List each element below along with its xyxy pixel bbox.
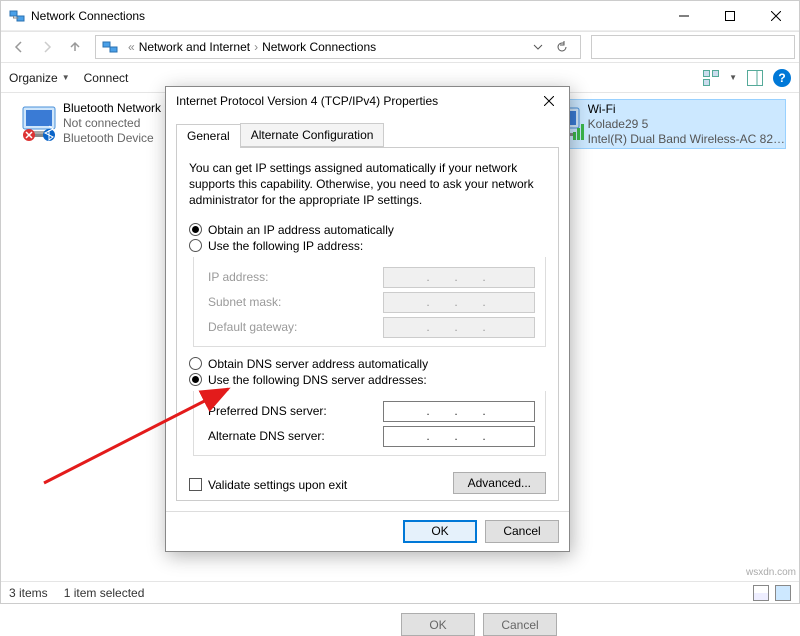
- advanced-button[interactable]: Advanced...: [453, 472, 546, 494]
- ipv4-properties-dialog: Internet Protocol Version 4 (TCP/IPv4) P…: [165, 86, 570, 552]
- statusbar: 3 items 1 item selected: [1, 581, 799, 603]
- alternate-dns-input[interactable]: . . .: [383, 426, 535, 447]
- dialog-titlebar: Internet Protocol Version 4 (TCP/IPv4) P…: [166, 87, 569, 115]
- address-bar[interactable]: « Network and Internet › Network Connect…: [95, 35, 581, 59]
- up-button[interactable]: [61, 35, 89, 59]
- radio-icon: [189, 373, 202, 386]
- dialog-close-button[interactable]: [535, 91, 563, 111]
- back-button[interactable]: [5, 35, 33, 59]
- address-dropdown-button[interactable]: [526, 35, 550, 59]
- status-selected-count: 1 item selected: [64, 586, 145, 600]
- address-toolbar: « Network and Internet › Network Connect…: [1, 31, 799, 63]
- close-button[interactable]: [753, 1, 799, 31]
- chevron-right-icon: ›: [254, 40, 258, 54]
- dialog-title: Internet Protocol Version 4 (TCP/IPv4) P…: [176, 94, 438, 108]
- network-connections-icon: [9, 8, 25, 24]
- breadcrumb-seg-network-internet[interactable]: Network and Internet: [139, 40, 250, 54]
- radio-label: Obtain an IP address automatically: [208, 223, 394, 237]
- organize-menu[interactable]: Organize ▼: [9, 71, 70, 85]
- help-button[interactable]: ?: [773, 69, 791, 87]
- maximize-button[interactable]: [707, 1, 753, 31]
- radio-label: Obtain DNS server address automatically: [208, 357, 428, 371]
- breadcrumb-sep: «: [128, 40, 135, 54]
- search-input[interactable]: [591, 35, 795, 59]
- parent-ok-button[interactable]: OK: [401, 613, 475, 636]
- titlebar: Network Connections: [1, 1, 799, 31]
- tab-content-general: You can get IP settings assigned automat…: [176, 148, 559, 501]
- connection-adapter: Intel(R) Dual Band Wireless-AC 82…: [588, 132, 785, 147]
- network-connections-icon: [102, 39, 118, 55]
- radio-obtain-dns-auto[interactable]: Obtain DNS server address automatically: [189, 357, 546, 371]
- ip-address-input: . . .: [383, 267, 535, 288]
- organize-label: Organize: [9, 71, 58, 85]
- tabs: General Alternate Configuration: [176, 123, 559, 148]
- tab-general[interactable]: General: [176, 124, 241, 148]
- dialog-footer: OK Cancel: [166, 511, 569, 551]
- default-gateway-input: . . .: [383, 317, 535, 338]
- connection-item-wifi[interactable]: Wi-Fi Kolade29 5 Intel(R) Dual Band Wire…: [546, 99, 786, 149]
- ip-fields: IP address: . . . Subnet mask: . . . Def…: [193, 257, 546, 347]
- minimize-button[interactable]: [661, 1, 707, 31]
- chevron-down-icon: ▼: [62, 73, 70, 82]
- radio-icon: [189, 357, 202, 370]
- radio-icon: [189, 223, 202, 236]
- details-view-button[interactable]: [753, 585, 769, 601]
- forward-button[interactable]: [33, 35, 61, 59]
- cancel-button[interactable]: Cancel: [485, 520, 559, 543]
- breadcrumb-seg-network-connections[interactable]: Network Connections: [262, 40, 376, 54]
- radio-use-following-dns[interactable]: Use the following DNS server addresses:: [189, 373, 546, 387]
- connection-ssid: Kolade29 5: [588, 117, 785, 132]
- default-gateway-label: Default gateway:: [208, 320, 383, 334]
- ok-button[interactable]: OK: [403, 520, 477, 543]
- large-icons-view-button[interactable]: [775, 585, 791, 601]
- watermark: wsxdn.com: [746, 567, 796, 578]
- checkbox-icon: [189, 478, 202, 491]
- alternate-dns-label: Alternate DNS server:: [208, 429, 383, 443]
- parent-cancel-button[interactable]: Cancel: [483, 613, 557, 636]
- subnet-mask-label: Subnet mask:: [208, 295, 383, 309]
- window-title: Network Connections: [31, 9, 661, 23]
- parent-dialog-buttons: OK Cancel: [401, 613, 557, 636]
- radio-use-following-ip[interactable]: Use the following IP address:: [189, 239, 546, 253]
- view-dropdown[interactable]: [703, 70, 719, 86]
- connect-menu[interactable]: Connect: [84, 71, 129, 85]
- tab-alternate-configuration[interactable]: Alternate Configuration: [240, 123, 385, 147]
- chevron-down-icon[interactable]: ▼: [729, 73, 737, 82]
- connection-name: Wi-Fi: [588, 102, 785, 117]
- preferred-dns-label: Preferred DNS server:: [208, 404, 383, 418]
- refresh-button[interactable]: [550, 35, 574, 59]
- preview-pane-button[interactable]: [747, 70, 763, 86]
- subnet-mask-input: . . .: [383, 292, 535, 313]
- dns-fields: Preferred DNS server: . . . Alternate DN…: [193, 391, 546, 456]
- checkbox-label: Validate settings upon exit: [208, 478, 347, 492]
- radio-icon: [189, 239, 202, 252]
- connect-label: Connect: [84, 71, 129, 85]
- radio-obtain-ip-auto[interactable]: Obtain an IP address automatically: [189, 223, 546, 237]
- radio-label: Use the following DNS server addresses:: [208, 373, 427, 387]
- intro-text: You can get IP settings assigned automat…: [189, 160, 546, 209]
- status-item-count: 3 items: [9, 586, 48, 600]
- preferred-dns-input[interactable]: . . .: [383, 401, 535, 422]
- ip-address-label: IP address:: [208, 270, 383, 284]
- validate-settings-checkbox[interactable]: Validate settings upon exit: [189, 478, 347, 492]
- window-buttons: [661, 1, 799, 31]
- radio-label: Use the following IP address:: [208, 239, 363, 253]
- bluetooth-connection-icon: [15, 99, 63, 147]
